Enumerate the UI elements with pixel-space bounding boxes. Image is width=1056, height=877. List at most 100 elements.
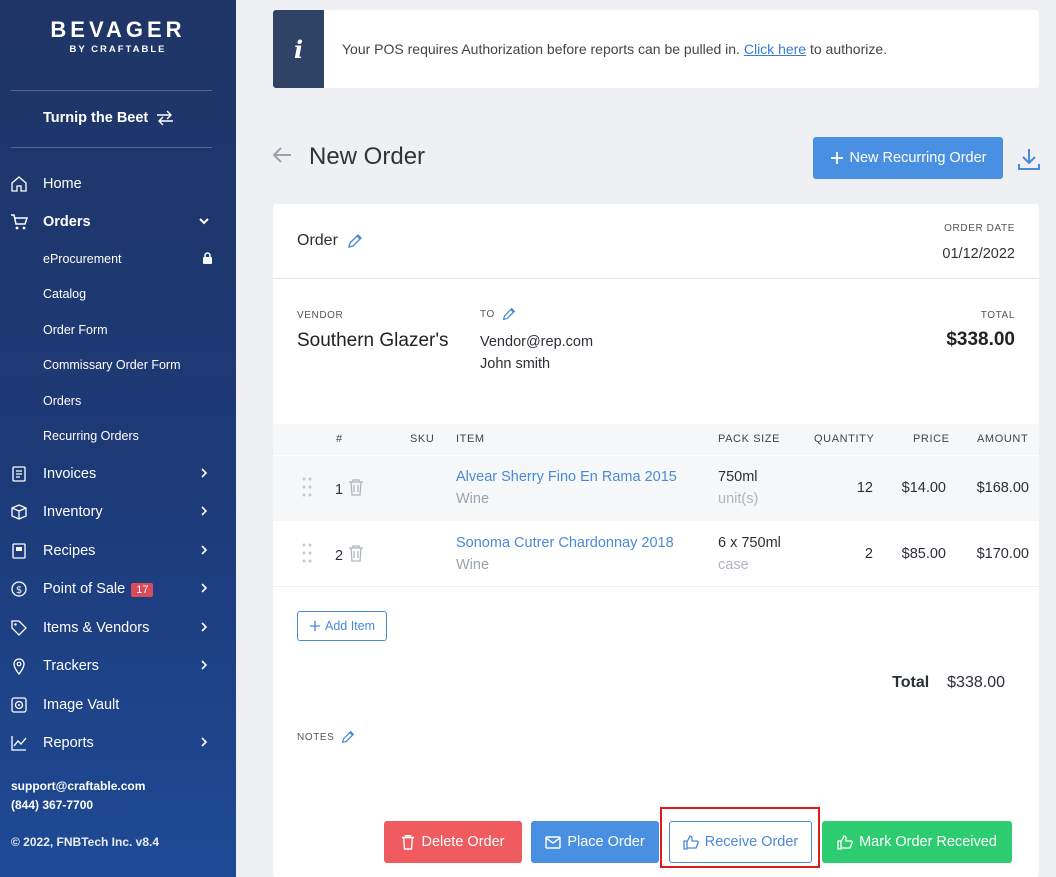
item-category: Wine (456, 491, 490, 507)
chevron-right-icon (198, 466, 210, 482)
add-item-button[interactable]: Add Item (297, 611, 387, 641)
sidebar-item-label: Recipes (43, 543, 96, 559)
item-category: Wine (456, 557, 490, 573)
svg-text:$: $ (16, 585, 22, 596)
amount: $170.00 (976, 546, 1029, 562)
recipient-email: Vendor@rep.com (480, 334, 594, 350)
brand-logo[interactable]: BEVAGER BY CRAFTABLE (0, 0, 236, 55)
divider (11, 90, 212, 91)
alert-text: to authorize. (806, 41, 888, 57)
sidebar-item-label: Trackers (43, 658, 99, 674)
price: $14.00 (901, 480, 946, 496)
total-label: TOTAL (980, 310, 1015, 321)
highlight-box (660, 807, 820, 868)
order-card: Order ORDER DATE 01/12/2022 VENDOR South… (273, 204, 1039, 877)
column-header-number: # (336, 433, 343, 445)
amount: $168.00 (976, 480, 1029, 496)
vendor-name: Southern Glazer's (297, 330, 449, 351)
info-icon: i (273, 10, 324, 88)
sidebar-subitem-order-form[interactable]: Order Form (43, 323, 108, 337)
pencil-icon[interactable] (340, 729, 356, 745)
box-icon (10, 503, 28, 521)
plus-icon (309, 620, 321, 632)
order-total-summary: Total $338.00 (892, 674, 1005, 692)
column-header-amount: AMOUNT (977, 433, 1029, 445)
sidebar-subitem-recurring-orders[interactable]: Recurring Orders (43, 429, 139, 443)
sidebar-item-label: Point of Sale (43, 581, 126, 597)
sidebar-item-inventory[interactable]: Inventory (0, 497, 236, 527)
pencil-icon[interactable] (501, 306, 517, 322)
location-name: Turnip the Beet (43, 110, 149, 126)
mark-order-received-button[interactable]: Mark Order Received (822, 821, 1012, 863)
column-header-quantity: QUANTITY (814, 433, 875, 445)
sidebar-subitem-eprocurement[interactable]: eProcurement (43, 252, 213, 266)
order-title: Order (297, 232, 364, 250)
sidebar-item-items-vendors[interactable]: Items & Vendors (0, 613, 236, 643)
table-row: 1 Alvear Sherry Fino En Rama 2015 Wine 7… (273, 456, 1039, 521)
row-number: 2 (335, 548, 344, 564)
sidebar-item-trackers[interactable]: Trackers (0, 651, 236, 681)
price: $85.00 (901, 546, 946, 562)
recipient-name: John smith (480, 356, 551, 372)
sidebar-item-recipes[interactable]: Recipes (0, 536, 236, 566)
sidebar-item-image-vault[interactable]: Image Vault (0, 690, 236, 720)
column-header-price: PRICE (913, 433, 950, 445)
column-header-item: ITEM (456, 433, 485, 445)
sidebar-subitem-commissary-order-form[interactable]: Commissary Order Form (43, 358, 181, 372)
sidebar-item-label: Invoices (43, 466, 97, 482)
drag-handle-icon[interactable] (302, 542, 312, 564)
chevron-right-icon (198, 504, 210, 520)
new-recurring-order-button[interactable]: New Recurring Order (813, 137, 1003, 179)
chevron-right-icon (198, 735, 210, 751)
pencil-icon[interactable] (346, 232, 364, 250)
order-total: $338.00 (946, 329, 1015, 350)
trash-icon[interactable] (348, 544, 364, 562)
sidebar-item-invoices[interactable]: Invoices (0, 459, 236, 489)
pos-authorization-alert: i Your POS requires Authorization before… (273, 10, 1039, 88)
order-date-label: ORDER DATE (944, 223, 1015, 234)
sidebar-item-home[interactable]: Home (0, 169, 236, 199)
item-name-link[interactable]: Alvear Sherry Fino En Rama 2015 (456, 469, 677, 485)
location-switcher[interactable]: Turnip the Beet (43, 110, 174, 126)
support-email[interactable]: support@craftable.com (11, 777, 145, 796)
to-label-group: TO (480, 306, 517, 322)
sidebar-item-point-of-sale[interactable]: $ Point of Sale 17 (0, 574, 236, 604)
download-icon[interactable] (1016, 146, 1042, 172)
delete-order-button[interactable]: Delete Order (384, 821, 522, 863)
thumbs-up-icon (837, 835, 853, 850)
notes-section: NOTES (297, 729, 356, 745)
divider (11, 147, 212, 148)
sidebar-subitem-label: eProcurement (43, 252, 122, 266)
sidebar-item-label: Home (43, 176, 82, 192)
sidebar-item-reports[interactable]: Reports (0, 728, 236, 758)
authorize-link[interactable]: Click here (744, 41, 806, 57)
table-header: # SKU ITEM PACK SIZE QUANTITY PRICE AMOU… (273, 424, 1039, 455)
quantity[interactable]: 12 (857, 480, 873, 496)
order-date[interactable]: 01/12/2022 (942, 246, 1015, 262)
button-label: Place Order (567, 834, 645, 850)
invoice-icon (10, 465, 28, 483)
back-arrow-icon[interactable] (271, 144, 293, 172)
sidebar-item-label: Inventory (43, 504, 103, 520)
column-header-sku: SKU (410, 433, 435, 445)
column-header-pack-size: PACK SIZE (718, 433, 781, 445)
table-row: 2 Sonoma Cutrer Chardonnay 2018 Wine 6 x… (273, 522, 1039, 587)
place-order-button[interactable]: Place Order (531, 821, 659, 863)
order-label: Order (297, 232, 338, 249)
item-name-link[interactable]: Sonoma Cutrer Chardonnay 2018 (456, 535, 674, 551)
button-label: New Recurring Order (849, 150, 987, 166)
drag-handle-icon[interactable] (302, 476, 312, 498)
copyright: © 2022, FNBTech Inc. v8.4 (11, 835, 160, 849)
sidebar-subitem-orders[interactable]: Orders (43, 394, 81, 408)
vault-icon (10, 696, 28, 714)
quantity[interactable]: 2 (865, 546, 873, 562)
notes-label: NOTES (297, 731, 335, 743)
home-icon (10, 175, 28, 193)
sidebar-item-orders[interactable]: Orders (0, 207, 236, 237)
sidebar-subitem-catalog[interactable]: Catalog (43, 287, 86, 301)
sidebar-item-label: Reports (43, 735, 94, 751)
trash-icon[interactable] (348, 478, 364, 496)
support-phone[interactable]: (844) 367-7700 (11, 796, 145, 815)
trash-icon (402, 835, 415, 850)
sidebar-item-label: Items & Vendors (43, 620, 150, 636)
